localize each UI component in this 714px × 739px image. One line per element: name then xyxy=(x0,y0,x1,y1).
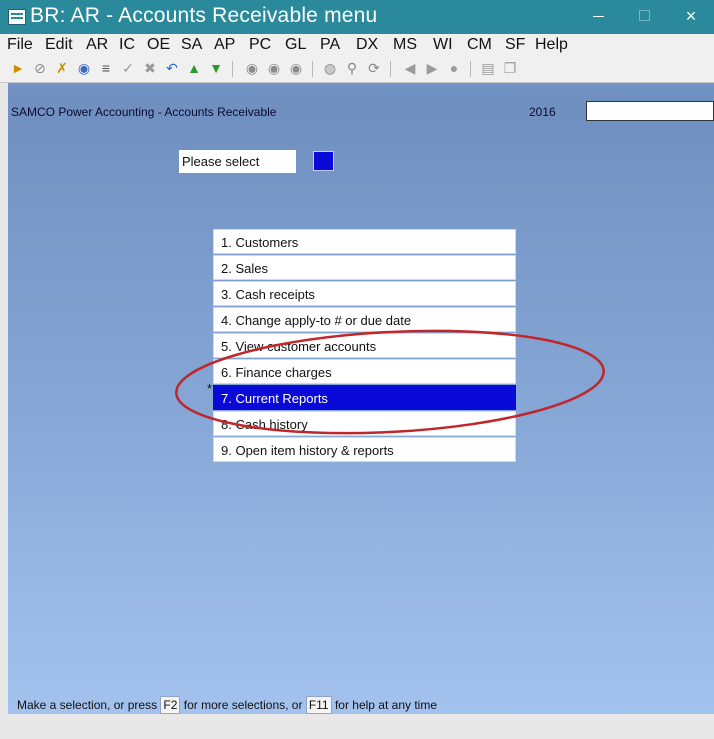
app-icon xyxy=(8,9,26,25)
maximize-icon xyxy=(639,10,650,21)
delete-icon[interactable]: ✖ xyxy=(142,60,158,76)
menu-sf[interactable]: SF xyxy=(505,36,525,54)
footer-hint: Make a selection, or press F2 for more s… xyxy=(17,696,437,714)
next-icon[interactable]: ▶ xyxy=(424,60,440,76)
please-select-label: Please select xyxy=(179,150,296,173)
annotation-oval xyxy=(175,329,605,435)
close-icon: × xyxy=(685,6,697,26)
menu-wi[interactable]: WI xyxy=(433,36,453,54)
f2-key[interactable]: F2 xyxy=(160,696,181,714)
exit-icon[interactable]: ► xyxy=(10,60,26,76)
menu-file[interactable]: File xyxy=(7,36,33,54)
menu-oe[interactable]: OE xyxy=(147,36,170,54)
check-icon[interactable]: ✓ xyxy=(120,60,136,76)
maximize-button[interactable] xyxy=(622,0,668,34)
menu-ap[interactable]: AP xyxy=(214,36,235,54)
menu-dx[interactable]: DX xyxy=(356,36,378,54)
menu-bar: File Edit AR IC OE SA AP PC GL PA DX MS … xyxy=(0,34,714,56)
record-last-icon[interactable]: ◉ xyxy=(288,60,304,76)
menu-ic[interactable]: IC xyxy=(119,36,135,54)
year-label: 2016 xyxy=(529,105,556,119)
f11-key[interactable]: F11 xyxy=(305,696,332,714)
menu-ar[interactable]: AR xyxy=(86,36,108,54)
menu-item-sales[interactable]: 2. Sales xyxy=(213,255,516,280)
undo-icon[interactable]: ↶ xyxy=(164,60,180,76)
toolbar-separator xyxy=(470,61,471,77)
status-strip xyxy=(8,83,714,100)
refresh-icon[interactable]: ⟳ xyxy=(366,60,382,76)
menu-help[interactable]: Help xyxy=(535,36,568,54)
toolbar: ► ⊘ ✗ ◉ ≡ ✓ ✖ ↶ ▲ ▼ ◉ ◉ ◉ ◍ ⚲ ⟳ ◀ ▶ ● ▤ … xyxy=(0,56,714,83)
record-mid-icon[interactable]: ◉ xyxy=(266,60,282,76)
title-bar: BR: AR - Accounts Receivable menu × xyxy=(0,0,714,34)
up-arrow-icon[interactable]: ▲ xyxy=(186,60,202,76)
menu-ms[interactable]: MS xyxy=(393,36,417,54)
prev-icon[interactable]: ◀ xyxy=(402,60,418,76)
toolbar-separator xyxy=(232,61,233,77)
menu-item-customers[interactable]: 1. Customers xyxy=(213,229,516,254)
down-arrow-icon[interactable]: ▼ xyxy=(208,60,224,76)
menu-gl[interactable]: GL xyxy=(285,36,306,54)
tools-icon[interactable]: ✗ xyxy=(54,60,70,76)
globe-icon[interactable]: ◉ xyxy=(76,60,92,76)
footer-text-2: for more selections, or xyxy=(180,698,306,712)
app-title: SAMCO Power Accounting - Accounts Receiv… xyxy=(11,105,277,119)
binoculars-icon[interactable]: ◍ xyxy=(322,60,338,76)
minimize-button[interactable] xyxy=(576,0,622,34)
footer-text-1: Make a selection, or press xyxy=(17,698,161,712)
selection-input[interactable] xyxy=(313,151,334,171)
list-icon[interactable]: ≡ xyxy=(98,60,114,76)
cancel-icon[interactable]: ⊘ xyxy=(32,60,48,76)
menu-pc[interactable]: PC xyxy=(249,36,271,54)
window-title: BR: AR - Accounts Receivable menu xyxy=(30,4,378,27)
record-first-icon[interactable]: ◉ xyxy=(244,60,260,76)
save-icon[interactable]: ▤ xyxy=(480,60,496,76)
footer-text-3: for help at any time xyxy=(331,698,437,712)
close-button[interactable]: × xyxy=(668,0,714,34)
menu-item-open-item-history[interactable]: 9. Open item history & reports xyxy=(213,437,516,462)
copy-icon[interactable]: ❐ xyxy=(502,60,518,76)
menu-sa[interactable]: SA xyxy=(181,36,202,54)
menu-edit[interactable]: Edit xyxy=(45,36,73,54)
record-icon[interactable]: ● xyxy=(446,60,462,76)
zoom-icon[interactable]: ⚲ xyxy=(344,60,360,76)
toolbar-separator xyxy=(390,61,391,77)
menu-item-cash-receipts[interactable]: 3. Cash receipts xyxy=(213,281,516,306)
menu-pa[interactable]: PA xyxy=(320,36,340,54)
toolbar-separator xyxy=(312,61,313,77)
menu-cm[interactable]: CM xyxy=(467,36,492,54)
year-input[interactable] xyxy=(586,101,714,121)
minimize-icon xyxy=(593,16,604,17)
